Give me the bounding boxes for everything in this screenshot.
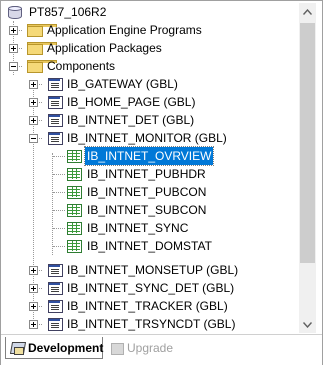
tree-folder-label: Components [47,59,116,73]
expand-toggle[interactable] [29,116,38,125]
folder-icon [27,24,57,37]
database-icon [7,5,23,19]
tree-component-label: IB_HOME_PAGE (GBL) [67,95,196,109]
tree-page[interactable]: IB_INTNET_SYNC [3,219,299,237]
open-folder-icon [27,60,57,73]
component-icon [47,95,63,109]
tree-page-label: IB_INTNET_OVRVIEW [83,146,215,166]
page-icon [67,149,82,163]
tab-upgrade-label: Upgrade [127,341,174,355]
page-icon [67,221,82,235]
tree-page[interactable]: IB_INTNET_DOMSTAT [3,237,299,255]
tree-component[interactable]: IB_INTNET_TRACKER (GBL) [3,297,299,315]
tree-root-label: PT857_106R2 [29,5,107,19]
expand-toggle[interactable] [29,284,38,293]
expand-toggle[interactable] [9,26,18,35]
tree-component[interactable]: IB_INTNET_SYNC_DET (GBL) [3,279,299,297]
component-icon [47,299,63,313]
page-icon [67,167,82,181]
component-icon [47,317,63,331]
tab-development[interactable]: Development [5,337,103,359]
project-tree[interactable]: PT857_106R2 Application Engine Programs … [3,3,299,333]
tree-page-label: IB_INTNET_SUBCON [87,203,207,217]
upgrade-icon [109,341,124,355]
page-icon [67,203,82,217]
tree-component[interactable]: IB_INTNET_MONITOR (GBL) [3,129,299,147]
tree-component[interactable]: IB_INTNET_TRSYNCDT (GBL) [3,315,299,333]
tree-page[interactable]: IB_INTNET_SUBCON [3,201,299,219]
tree-root[interactable]: PT857_106R2 [3,3,299,21]
tree-page[interactable]: IB_INTNET_PUBCON [3,183,299,201]
tree-folder-application-engine-programs[interactable]: Application Engine Programs [3,21,299,39]
component-icon [47,281,63,295]
collapse-toggle[interactable] [29,134,38,143]
component-icon [47,263,63,277]
tree-component-label: IB_INTNET_MONITOR (GBL) [67,131,227,145]
tree-component[interactable]: IB_INTNET_MONSETUP (GBL) [3,261,299,279]
project-workspace: PT857_106R2 Application Engine Programs … [0,0,323,365]
tree-component-label: IB_INTNET_SYNC_DET (GBL) [67,281,235,295]
tree-component[interactable]: IB_HOME_PAGE (GBL) [3,93,299,111]
expand-toggle[interactable] [29,98,38,107]
tree-component-label: IB_GATEWAY (GBL) [67,77,178,91]
workspace-tabs: Development Upgrade [1,334,322,365]
tree-component-label: IB_INTNET_TRACKER (GBL) [67,299,228,313]
expand-toggle[interactable] [29,266,38,275]
chevron-up-icon [303,8,312,15]
page-icon [67,239,82,253]
tree-component-label: IB_INTNET_TRSYNCDT (GBL) [67,317,236,331]
tab-upgrade[interactable]: Upgrade [105,337,185,359]
tree-page-label: IB_INTNET_SYNC [87,221,189,235]
tree-folder-components[interactable]: Components [3,57,299,75]
tree-page[interactable]: IB_INTNET_OVRVIEW [3,146,299,166]
scroll-up-button[interactable] [299,3,316,20]
tree-component-label: IB_INTNET_DET (GBL) [67,113,195,127]
development-icon [9,341,27,355]
scroll-down-button[interactable] [299,316,316,333]
tree-folder-label: Application Packages [47,41,162,55]
scroll-thumb[interactable] [300,23,315,263]
tree-page-label: IB_INTNET_DOMSTAT [87,239,212,253]
tree-component[interactable]: IB_INTNET_DET (GBL) [3,111,299,129]
folder-icon [27,42,57,55]
expand-toggle[interactable] [29,80,38,89]
expand-toggle[interactable] [29,302,38,311]
tree-page-label: IB_INTNET_PUBCON [87,185,207,199]
tab-development-label: Development [28,341,104,355]
tree-component[interactable]: IB_GATEWAY (GBL) [3,75,299,93]
tree-page-label: IB_INTNET_PUBHDR [87,167,206,181]
expand-toggle[interactable] [29,320,38,329]
tree-folder-application-packages[interactable]: Application Packages [3,39,299,57]
tree-component-label: IB_INTNET_MONSETUP (GBL) [67,263,239,277]
component-icon [47,113,63,127]
component-icon [47,77,63,91]
tree-page[interactable]: IB_INTNET_PUBHDR [3,165,299,183]
chevron-down-icon [303,321,312,328]
page-icon [67,185,82,199]
vertical-scrollbar[interactable] [299,3,316,333]
collapse-toggle[interactable] [9,62,18,71]
component-icon [47,131,63,145]
tree-folder-label: Application Engine Programs [47,23,202,37]
expand-toggle[interactable] [9,44,18,53]
